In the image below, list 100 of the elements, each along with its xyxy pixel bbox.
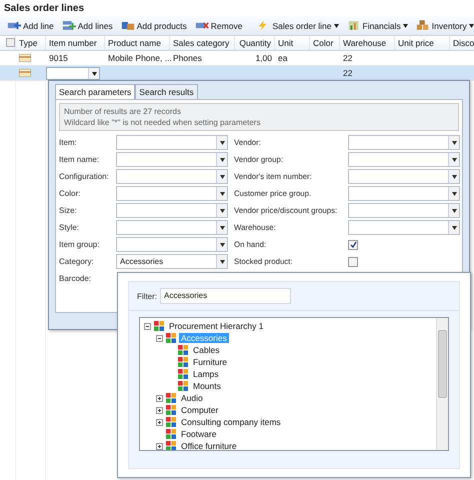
combo-box[interactable] xyxy=(348,220,460,235)
tab[interactable]: Search results xyxy=(135,84,198,99)
column-header[interactable]: Disco xyxy=(453,38,474,48)
checkbox[interactable] xyxy=(348,256,358,266)
table-cell: 1,00 xyxy=(255,53,272,63)
combo-box[interactable] xyxy=(348,152,460,167)
table-cell: 22 xyxy=(343,53,352,63)
caret-icon xyxy=(452,208,456,212)
column-header[interactable]: Quantity xyxy=(239,38,271,48)
expand-icon[interactable] xyxy=(156,406,163,414)
line-type-icon xyxy=(19,69,31,77)
caret-icon xyxy=(334,24,338,28)
field-label: Style: xyxy=(59,223,80,232)
tree-item[interactable]: Lamps xyxy=(191,369,221,379)
category-icon xyxy=(166,393,176,403)
table-cell: 9015 xyxy=(49,53,68,63)
page-title: Sales order lines xyxy=(3,2,86,16)
tree-item[interactable]: Computer xyxy=(179,405,220,415)
remove-icon xyxy=(194,20,209,31)
filter-field[interactable]: Accessories xyxy=(160,288,291,304)
category-icon xyxy=(166,405,176,415)
tab[interactable]: Search parameters xyxy=(55,84,136,99)
category-icon xyxy=(166,333,176,343)
caret-icon xyxy=(402,24,408,28)
table-cell: 22 xyxy=(343,68,352,78)
column-header[interactable]: Sales category xyxy=(173,38,230,48)
expand-icon[interactable] xyxy=(156,442,163,450)
checkbox[interactable] xyxy=(348,240,358,250)
caret-icon xyxy=(452,174,456,178)
field-label: Color: xyxy=(59,189,82,198)
category-icon xyxy=(166,429,176,439)
column-header[interactable]: Color xyxy=(313,38,334,48)
caret-icon xyxy=(220,260,224,264)
tree-item[interactable]: Audio xyxy=(179,393,205,403)
add-line-icon xyxy=(7,20,21,31)
caret-icon xyxy=(220,226,224,230)
column-header[interactable]: Unit xyxy=(278,38,294,48)
tree-item[interactable]: Consulting company items xyxy=(179,417,283,427)
scrollbar[interactable] xyxy=(436,318,448,450)
table-cell: Phones xyxy=(173,53,202,63)
combo-box[interactable] xyxy=(116,203,228,218)
tree-item[interactable]: Footware xyxy=(179,429,218,439)
tree-item[interactable]: Cables xyxy=(191,345,222,355)
column-header[interactable]: Item number xyxy=(49,38,97,48)
field-label: Size: xyxy=(59,206,78,215)
combo-box[interactable] xyxy=(348,169,460,184)
toolbar-button[interactable]: Financials xyxy=(344,19,411,32)
field-label: Item: xyxy=(59,138,78,147)
combo-box[interactable]: Accessories xyxy=(116,254,228,269)
filter-label: Filter: xyxy=(137,292,157,300)
item-number-combo[interactable] xyxy=(46,67,100,80)
combo-box[interactable] xyxy=(116,186,228,201)
toolbar-button[interactable]: Add lines xyxy=(58,19,116,32)
table-cell: ea xyxy=(278,53,288,63)
collapse-icon[interactable] xyxy=(144,322,151,330)
expand-icon[interactable] xyxy=(156,394,163,402)
expand-icon[interactable] xyxy=(156,418,163,426)
boxes-icon xyxy=(120,20,135,31)
category-icon xyxy=(166,441,176,450)
category-icon xyxy=(178,381,188,391)
caret-icon xyxy=(92,72,96,76)
collapse-icon[interactable] xyxy=(156,334,163,342)
field-label: Category: xyxy=(59,257,95,266)
caret-icon xyxy=(220,242,224,246)
category-icon xyxy=(166,417,176,427)
combo-box[interactable] xyxy=(116,152,228,167)
combo-box[interactable] xyxy=(116,169,228,184)
column-header[interactable]: Warehouse xyxy=(343,38,386,48)
category-icon xyxy=(154,321,164,331)
column-header[interactable]: Unit price xyxy=(398,38,434,48)
combo-box[interactable] xyxy=(116,237,228,252)
combo-box[interactable] xyxy=(348,186,460,201)
caret-icon xyxy=(452,140,456,144)
caret-icon xyxy=(452,192,456,196)
select-all-checkbox[interactable] xyxy=(6,38,15,47)
field-label: Configuration: xyxy=(59,172,110,181)
category-icon xyxy=(178,357,188,367)
tree-item[interactable]: Procurement Hierarchy 1 xyxy=(167,321,266,331)
toolbar-button[interactable]: Add products xyxy=(118,19,190,32)
combo-box[interactable] xyxy=(116,135,228,150)
toolbar-button[interactable]: Add line xyxy=(4,19,57,32)
tree-item[interactable]: Mounts xyxy=(191,381,223,391)
caret-icon xyxy=(452,226,456,230)
toolbar-button[interactable]: Sales order line xyxy=(253,19,342,32)
table-row[interactable]: 22 xyxy=(0,66,474,81)
toolbar-button[interactable]: Inventory xyxy=(412,19,474,32)
combo-box[interactable] xyxy=(348,203,460,218)
caret-icon xyxy=(220,140,224,144)
column-header[interactable]: Product name xyxy=(108,38,161,48)
chart-icon xyxy=(346,20,360,31)
tree-item[interactable]: Furniture xyxy=(191,357,230,367)
column-header[interactable]: Type xyxy=(19,38,38,48)
info-box: Number of results are 27 records Wildcard like "*" is not needed when setting parameters xyxy=(59,103,459,131)
tree-item[interactable]: Office furniture xyxy=(179,441,239,450)
boxes-icon xyxy=(416,20,430,31)
combo-box[interactable] xyxy=(116,220,228,235)
add-lines-icon xyxy=(62,20,76,31)
combo-box[interactable] xyxy=(348,135,460,150)
line-type-icon xyxy=(19,54,31,62)
toolbar-button[interactable]: Remove xyxy=(192,19,246,32)
